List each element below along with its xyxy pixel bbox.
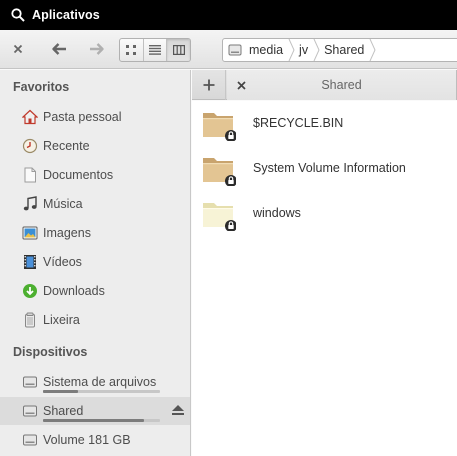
columns-icon: [172, 45, 185, 55]
arrow-left-icon: [52, 43, 66, 55]
sidebar-item-label: Volume 181 GB: [43, 433, 131, 447]
videos-icon: [22, 254, 38, 270]
sidebar: Favoritos Pasta pessoal Recente Document…: [0, 70, 191, 456]
sidebar-item-documents[interactable]: Documentos: [0, 161, 190, 189]
grid-icon: [125, 44, 136, 55]
breadcrumb-jv[interactable]: jv: [296, 43, 311, 57]
trash-icon: [22, 312, 38, 328]
drive-icon: [22, 432, 38, 448]
drive-icon: [22, 374, 38, 390]
sidebar-item-videos[interactable]: Vídeos: [0, 248, 190, 276]
drive-icon: [228, 43, 242, 57]
close-icon: [236, 80, 246, 90]
sidebar-item-label: Shared: [43, 404, 84, 418]
sidebar-item-downloads[interactable]: Downloads: [0, 277, 190, 305]
chevron-right-icon: [286, 39, 296, 61]
tab-label: Shared: [321, 78, 362, 92]
close-tab-button[interactable]: [229, 80, 253, 90]
recent-icon: [22, 138, 38, 154]
chevron-right-icon: [311, 39, 321, 61]
locked-folder-icon: [202, 197, 237, 232]
sidebar-item-label: Imagens: [43, 226, 91, 240]
file-name: windows: [253, 206, 301, 220]
sidebar-item-images[interactable]: Imagens: [0, 219, 190, 247]
disk-usage-fill: [43, 419, 144, 422]
file-item[interactable]: $RECYCLE.BIN: [192, 103, 457, 143]
sidebar-item-volume[interactable]: Volume 181 GB: [0, 426, 190, 454]
locked-folder-icon: [202, 107, 237, 142]
file-item[interactable]: System Volume Information: [192, 148, 457, 188]
file-item[interactable]: windows: [192, 193, 457, 233]
sidebar-item-label: Vídeos: [43, 255, 82, 269]
sidebar-item-label: Downloads: [43, 284, 105, 298]
sidebar-item-label: Lixeira: [43, 313, 80, 327]
disk-usage-fill: [43, 390, 79, 393]
view-switcher: [119, 38, 191, 62]
arrow-right-icon: [90, 43, 104, 55]
disk-usage-bar: [43, 390, 160, 393]
location-bar[interactable]: media jv Shared: [222, 38, 457, 62]
documents-icon: [22, 167, 38, 183]
disk-usage-bar: [43, 419, 160, 422]
downloads-icon: [22, 283, 38, 299]
file-name: $RECYCLE.BIN: [253, 116, 344, 130]
tab-bar: Shared: [192, 70, 457, 100]
applications-menu[interactable]: Aplicativos: [32, 8, 100, 22]
breadcrumb-shared[interactable]: Shared: [321, 43, 367, 57]
list-view-button[interactable]: [144, 39, 168, 61]
sidebar-item-label: Sistema de arquivos: [43, 375, 157, 389]
sidebar-item-label: Pasta pessoal: [43, 110, 122, 124]
close-icon: [13, 44, 23, 54]
sidebar-item-home[interactable]: Pasta pessoal: [0, 103, 190, 131]
file-view: $RECYCLE.BIN System Volume Information w…: [192, 101, 457, 456]
eject-icon[interactable]: [171, 403, 185, 420]
section-title-favorites: Favoritos: [13, 80, 70, 94]
chevron-right-icon: [367, 39, 377, 61]
file-name: System Volume Information: [253, 161, 406, 175]
sidebar-item-label: Documentos: [43, 168, 114, 182]
search-icon[interactable]: [11, 8, 25, 22]
sidebar-item-label: Música: [43, 197, 83, 211]
sidebar-item-label: Recente: [43, 139, 90, 153]
headerbar: media jv Shared: [0, 30, 457, 69]
breadcrumb-media[interactable]: media: [246, 43, 286, 57]
forward-button[interactable]: [85, 38, 109, 60]
close-window-button[interactable]: [6, 38, 30, 60]
sidebar-item-music[interactable]: Música: [0, 190, 190, 218]
back-button[interactable]: [47, 38, 71, 60]
music-icon: [22, 196, 38, 212]
column-view-button[interactable]: [167, 39, 190, 61]
tab-shared[interactable]: Shared: [227, 70, 457, 100]
locked-folder-icon: [202, 152, 237, 187]
plus-icon: [203, 79, 214, 91]
home-icon: [22, 109, 38, 125]
sidebar-item-recent[interactable]: Recente: [0, 132, 190, 160]
section-title-devices: Dispositivos: [13, 345, 88, 359]
new-tab-button[interactable]: [192, 70, 226, 100]
top-panel: Aplicativos: [0, 0, 457, 30]
drive-icon: [22, 403, 38, 419]
sidebar-item-trash[interactable]: Lixeira: [0, 306, 190, 334]
images-icon: [22, 225, 38, 241]
list-icon: [149, 45, 161, 55]
icon-view-button[interactable]: [120, 39, 144, 61]
